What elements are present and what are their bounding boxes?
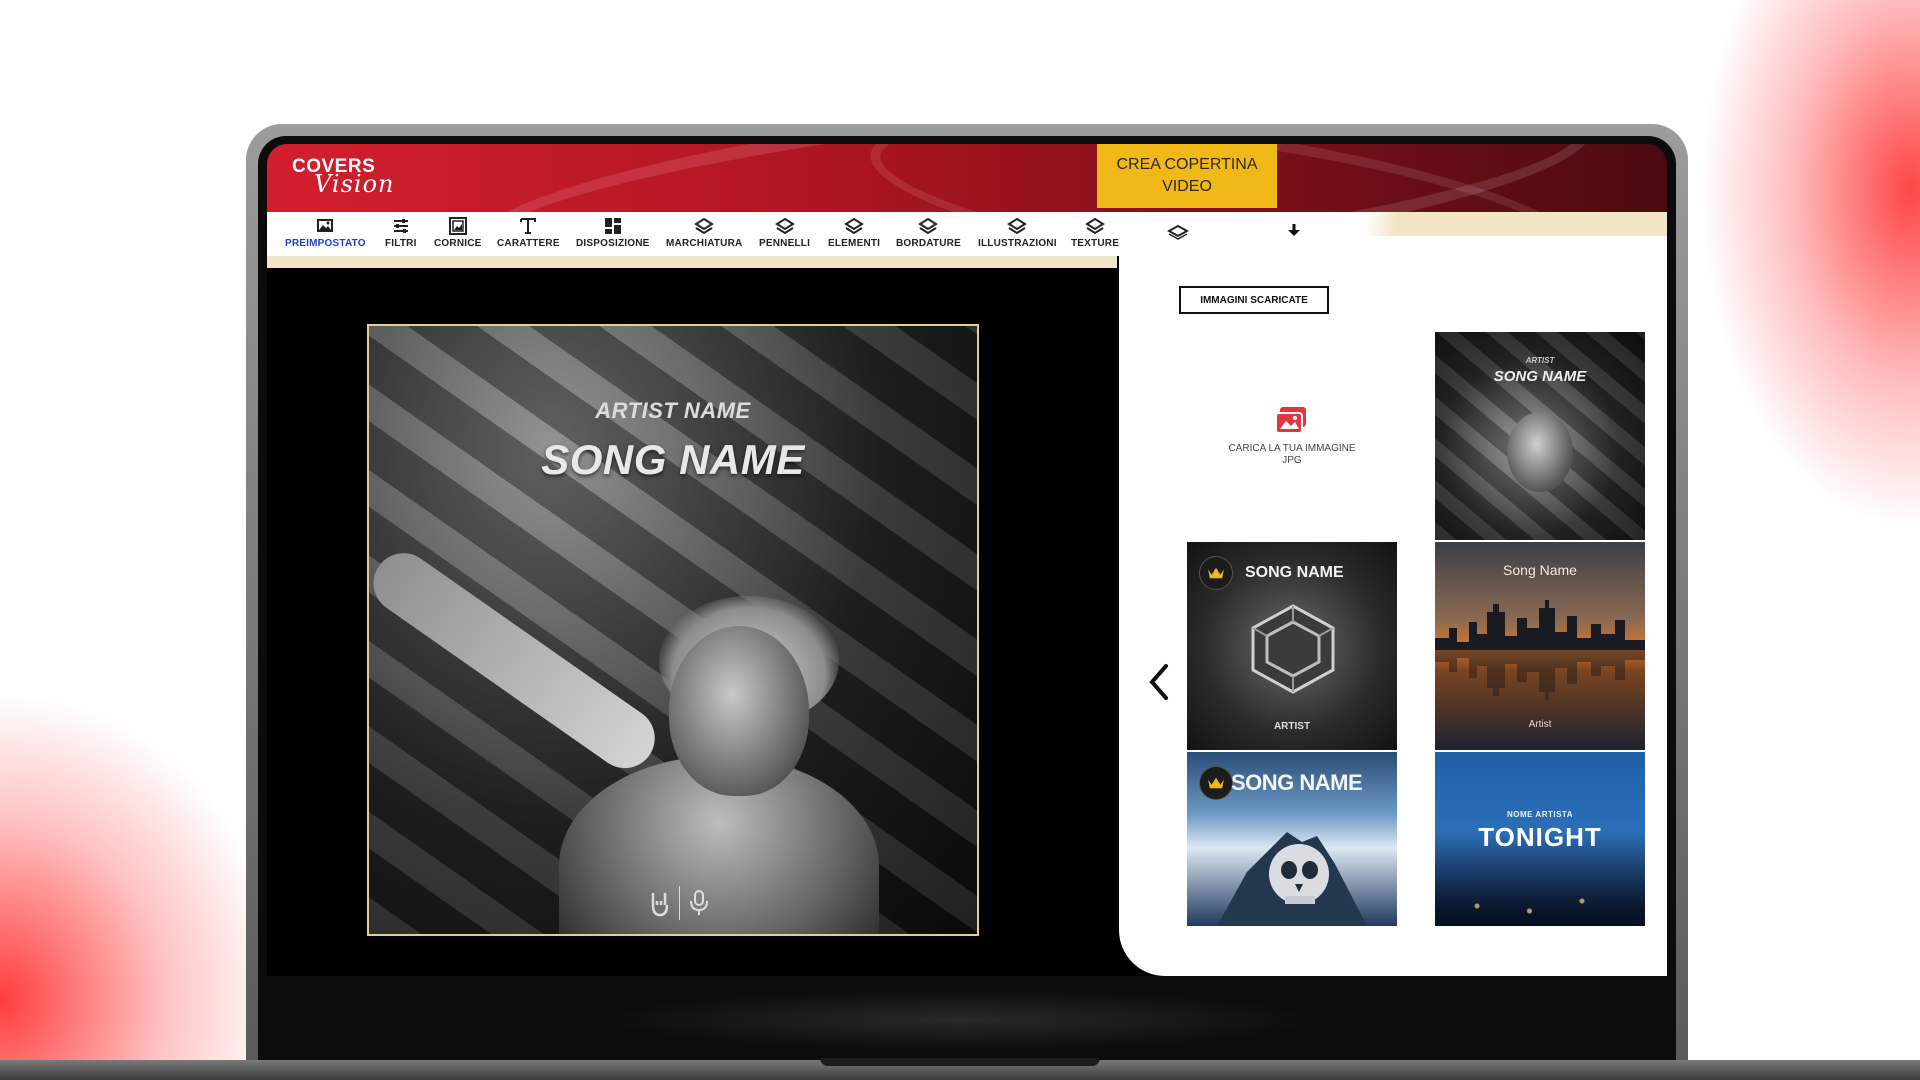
cover-watermark [649, 886, 710, 920]
layers-icon [918, 217, 939, 235]
tool-illustrazioni[interactable]: ILLUSTRAZIONI [978, 216, 1057, 249]
layers-icon[interactable] [1167, 224, 1189, 242]
skull-mountain [1217, 832, 1367, 926]
watermark-divider [679, 886, 680, 920]
crown-icon [1199, 766, 1233, 800]
template-thumbnail[interactable]: SONG NAME ARTIST [1187, 542, 1397, 750]
tool-marchiatura[interactable]: MARCHIATURA [666, 216, 742, 249]
app-logo[interactable]: COVERS Vision [292, 156, 394, 198]
frame-icon [448, 217, 467, 235]
tool-label: TEXTURE [1071, 238, 1120, 249]
microphone-icon [690, 890, 708, 915]
tool-label: CORNICE [434, 238, 482, 249]
tool-carattere[interactable]: CARATTERE [497, 216, 560, 249]
tool-label: PREIMPOSTATO [285, 238, 366, 249]
chevron-left-icon[interactable] [1144, 662, 1174, 702]
image-icon [317, 219, 334, 232]
downloaded-images-button[interactable]: IMMAGINI SCARICATE [1179, 286, 1329, 314]
templates-panel: IMMAGINI SCARICATE CARICA LA TUA IMMAGIN… [1119, 256, 1667, 976]
layers-icon [774, 217, 795, 235]
tool-bordature[interactable]: BORDATURE [896, 216, 961, 249]
sliders-icon [393, 219, 408, 233]
template-artist: ARTIST [1525, 356, 1555, 365]
template-thumbnail[interactable]: SONG NAME [1187, 752, 1397, 926]
template-artist: ARTIST [1273, 721, 1311, 732]
crown-icon [1199, 556, 1233, 590]
city-lights [1435, 876, 1645, 926]
tool-label: ILLUSTRAZIONI [978, 238, 1057, 249]
layers-icon [1007, 217, 1028, 235]
tool-pennelli[interactable]: PENNELLI [759, 216, 810, 249]
cover-artist-name[interactable]: ARTIST NAME [369, 398, 977, 424]
template-song: SONG NAME [1493, 368, 1587, 385]
tool-cornice[interactable]: CORNICE [434, 216, 482, 249]
template-artist: Artist [1528, 719, 1552, 730]
upload-image-tile[interactable]: CARICA LA TUA IMMAGINE JPG [1187, 332, 1397, 540]
keyboard-shadow [600, 990, 1320, 1050]
layers-icon [1085, 217, 1105, 235]
cover-canvas[interactable]: ARTIST NAME SONG NAME [367, 324, 979, 936]
grid-icon [604, 218, 621, 234]
layers-icon [844, 217, 864, 235]
layers-icon [694, 217, 715, 235]
app-header: COVERS Vision CREA COPERTINA VIDEO [267, 144, 1667, 212]
tool-texture[interactable]: TEXTURE [1071, 216, 1119, 249]
tool-label: FILTRI [385, 238, 417, 249]
cover-song-name[interactable]: SONG NAME [369, 436, 977, 484]
template-thumbnail[interactable]: NOME ARTISTA TONIGHT [1435, 752, 1645, 926]
upload-text-line1: CARICA LA TUA IMMAGINE [1228, 443, 1356, 454]
upload-text-line2: JPG [1282, 455, 1302, 466]
tool-label: DISPOSIZIONE [576, 238, 650, 249]
template-song: SONG NAME [1245, 564, 1344, 581]
upload-instructions: CARICA LA TUA IMMAGINE JPG [1228, 443, 1355, 467]
template-photo [1507, 412, 1573, 492]
create-video-cover-button[interactable]: CREA COPERTINA VIDEO [1097, 144, 1277, 208]
upload-image-icon [1275, 407, 1306, 434]
app-screen: COVERS Vision CREA COPERTINA VIDEO PREIMP… [267, 144, 1667, 976]
template-song: SONG NAME [1231, 770, 1363, 795]
tool-label: ELEMENTI [828, 238, 881, 249]
template-song: Song Name [1503, 562, 1577, 578]
tool-label: CARATTERE [497, 238, 560, 249]
logo-text-bottom: Vision [314, 170, 395, 198]
toolbar-decoration [1367, 212, 1667, 236]
editor-toolbar: PREIMPOSTATO FILTRI CORNICE CARATTERE DI… [267, 212, 1667, 256]
template-song: TONIGHT [1478, 822, 1602, 852]
tool-label: MARCHIATURA [666, 238, 743, 249]
tool-label: BORDATURE [896, 238, 961, 249]
city-skyline [1435, 600, 1645, 650]
text-icon [520, 218, 537, 234]
city-reflection [1435, 650, 1645, 700]
tool-elementi[interactable]: ELEMENTI [828, 216, 880, 249]
laptop-notch [820, 1058, 1100, 1066]
download-icon[interactable] [1285, 222, 1303, 240]
cover-photo-head [669, 626, 809, 796]
tool-preimpostato[interactable]: PREIMPOSTATO [285, 216, 366, 249]
toolbar-underline [267, 256, 1117, 268]
cube-logo-icon [1251, 604, 1335, 694]
template-thumbnail[interactable]: ARTIST SONG NAME [1435, 332, 1645, 540]
template-thumbnail[interactable]: Song Name Artist [1435, 542, 1645, 750]
tool-filtri[interactable]: FILTRI [385, 216, 417, 249]
tool-label: PENNELLI [759, 238, 811, 249]
tool-disposizione[interactable]: DISPOSIZIONE [576, 216, 650, 249]
rock-hand-icon [651, 893, 669, 917]
template-artist: NOME ARTISTA [1507, 810, 1573, 819]
